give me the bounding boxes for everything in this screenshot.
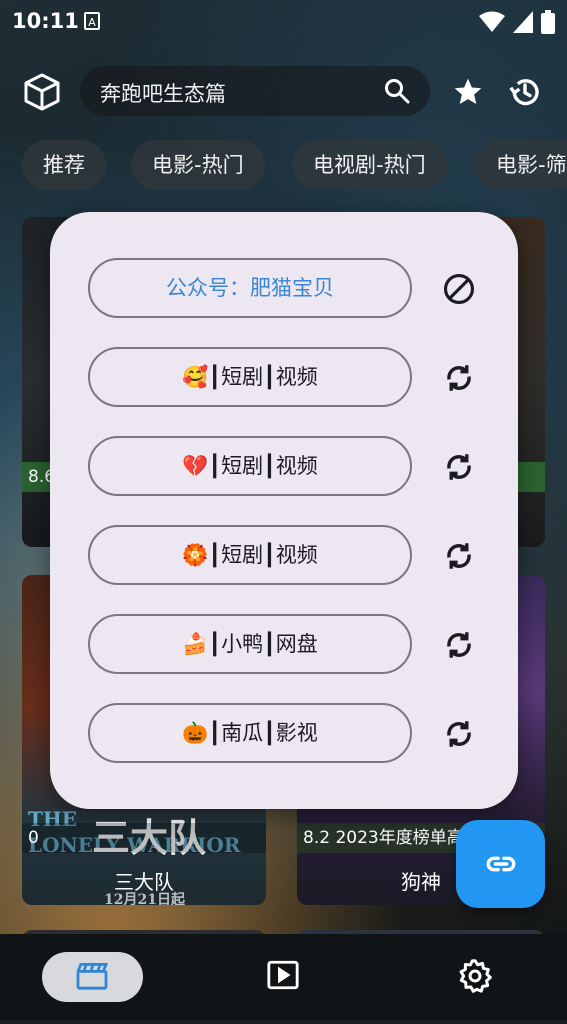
top-bar: 奔跑吧生态篇 [0,66,567,118]
cube-logo-icon[interactable] [22,72,62,112]
nav-home-button[interactable] [42,952,143,1002]
source-button[interactable]: 🎃┃南瓜┃影视 [88,703,412,763]
nav-player-icon[interactable] [266,960,300,990]
status-time: 10:11 [12,9,79,33]
tab-movie-filter[interactable]: 电影-筛 [475,140,567,190]
source-select-dialog: 公众号：肥猫宝贝 🥰┃短剧┃视频 💔┃短剧┃视频 🏵️┃短剧┃视频 🍰┃小鸭┃网… [50,212,518,809]
sync-icon[interactable] [442,361,476,395]
notification-icon: A [84,12,100,30]
source-row: 🍰┃小鸭┃网盘 [88,614,488,678]
tab-recommend[interactable]: 推荐 [22,140,106,190]
bottom-navigation [0,934,567,1024]
link-fab-button[interactable] [456,820,545,908]
favorite-star-icon[interactable] [452,76,484,108]
tab-movie-hot[interactable]: 电影-热门 [131,140,265,190]
search-icon[interactable] [384,78,410,104]
source-row: 🎃┃南瓜┃影视 [88,703,488,767]
battery-icon [541,10,555,34]
poster-text: 12月21日起 [104,892,185,905]
source-row: 💔┃短剧┃视频 [88,436,488,500]
source-row: 🏵️┃短剧┃视频 [88,525,488,589]
sync-icon[interactable] [442,628,476,662]
signal-icon [513,11,533,33]
sync-icon[interactable] [442,539,476,573]
source-button[interactable]: 💔┃短剧┃视频 [88,436,412,496]
card-score: 0 [22,823,266,853]
source-button[interactable]: 公众号：肥猫宝贝 [88,258,412,318]
sync-icon[interactable] [442,717,476,751]
block-icon[interactable] [442,272,476,306]
wifi-icon [479,11,505,32]
link-icon [486,856,516,872]
source-button[interactable]: 🏵️┃短剧┃视频 [88,525,412,585]
home-indicator [0,1020,567,1024]
source-row: 🥰┃短剧┃视频 [88,347,488,411]
history-icon[interactable] [507,75,543,109]
search-bar[interactable]: 奔跑吧生态篇 [80,66,430,116]
clapperboard-icon [76,963,109,990]
nav-settings-gear-icon[interactable] [457,958,493,994]
source-button[interactable]: 🥰┃短剧┃视频 [88,347,412,407]
sync-icon[interactable] [442,450,476,484]
source-row: 公众号：肥猫宝贝 [88,258,488,322]
source-button[interactable]: 🍰┃小鸭┃网盘 [88,614,412,674]
tab-tv-hot[interactable]: 电视剧-热门 [292,140,447,190]
search-input[interactable]: 奔跑吧生态篇 [100,78,226,108]
status-bar: 10:11 A [0,0,567,44]
